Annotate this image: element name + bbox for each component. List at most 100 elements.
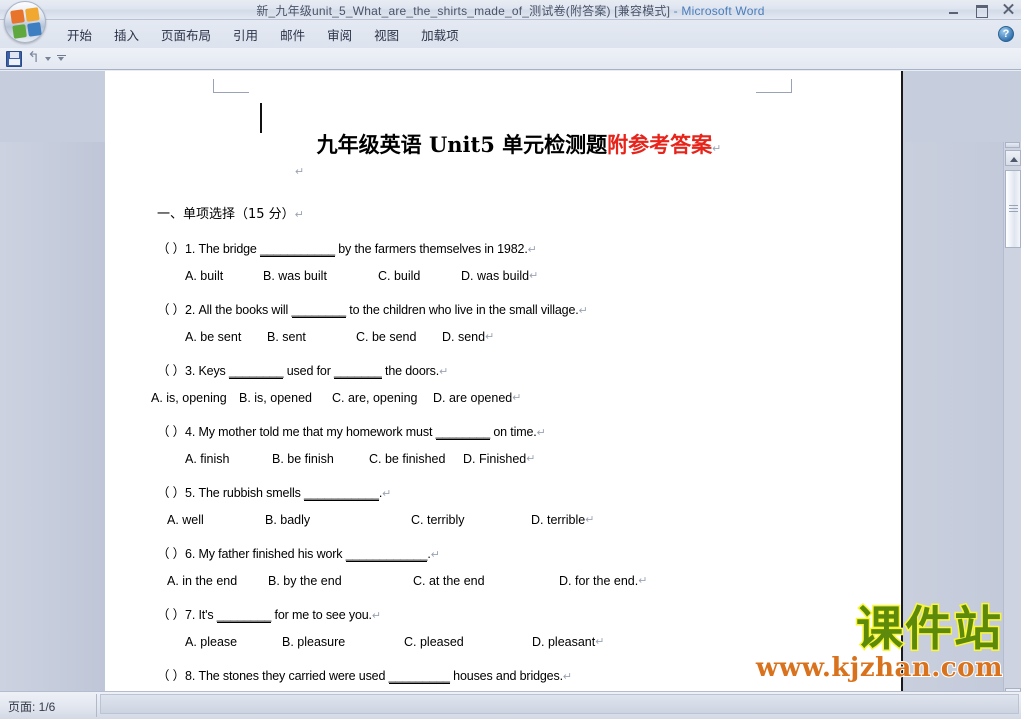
option-b: B. pleasure	[282, 635, 346, 649]
office-button[interactable]	[4, 1, 46, 43]
pilcrow-icon: ↵	[578, 305, 588, 317]
pilcrow-icon: ↵	[512, 392, 522, 404]
undo-icon[interactable]: ↰	[25, 50, 42, 67]
question-tail: to the children who live in the small vi…	[349, 303, 579, 317]
question-mid: used for	[286, 364, 331, 378]
scroll-down-button[interactable]	[1005, 688, 1021, 691]
pilcrow-icon: ↵	[294, 209, 304, 221]
office-logo-icon	[10, 7, 42, 39]
option-d: D. terrible	[531, 513, 586, 527]
answer-blank: ____________	[345, 547, 428, 562]
pilcrow-icon: ↵	[562, 671, 572, 683]
question-line: （ ）2. All the books will ________ to the…	[157, 299, 863, 318]
answer-blank: ___________	[304, 486, 379, 501]
window-title: 新_九年级unit_5_What_are_the_shirts_made_of_…	[0, 2, 1021, 19]
question-tail: on time.	[493, 425, 537, 439]
close-icon[interactable]	[1000, 2, 1017, 17]
status-bar-trough	[100, 694, 1019, 714]
answer-blank: ________	[435, 425, 491, 440]
question-prefix: （ ）3. Keys	[157, 364, 226, 378]
section-heading-text: 一、单项选择（15 分）	[157, 207, 295, 222]
option-a: A. in the end	[167, 574, 238, 588]
tab-page-layout[interactable]: 页面布局	[150, 21, 222, 48]
word-window: 新_九年级unit_5_What_are_the_shirts_made_of_…	[0, 0, 1021, 719]
option-a: A. well	[167, 513, 204, 527]
question-line: （ ）5. The rubbish smells ___________.↵	[157, 482, 863, 501]
pilcrow-icon: ↵	[382, 488, 392, 500]
vertical-scrollbar[interactable]	[1003, 142, 1021, 691]
window-title-main: 新_九年级unit_5_What_are_the_shirts_made_of_…	[256, 4, 671, 18]
pilcrow-icon: ↵	[536, 427, 546, 439]
question-line: （ ）7. It's ________ for me to see you.↵	[157, 604, 863, 623]
pilcrow-icon: ↵	[529, 270, 539, 282]
question-tail: for me to see you.	[274, 608, 373, 622]
tab-review[interactable]: 审阅	[316, 21, 363, 48]
option-row: A. in the end B. by the end C. at the en…	[167, 574, 863, 588]
question-prefix: （ ）2. All the books will	[157, 303, 289, 317]
option-a: A. be sent	[185, 330, 242, 344]
question-prefix: （ ）7. It's	[157, 608, 214, 622]
question-line: （ ）3. Keys ________ used for _______ the…	[157, 360, 863, 379]
pilcrow-icon: ↵	[712, 143, 722, 155]
tab-view[interactable]: 视图	[363, 21, 410, 48]
option-c: C. terribly	[411, 513, 465, 527]
thumb-grip-icon	[1009, 205, 1018, 212]
pilcrow-icon: ↵	[371, 610, 381, 622]
option-c: C. be finished	[369, 452, 446, 466]
heading-red-part: 附参考答案	[607, 132, 713, 157]
pilcrow-icon: ↵	[595, 636, 605, 648]
canvas-right-gutter	[905, 142, 1003, 691]
option-d: D. Finished	[463, 452, 527, 466]
scroll-up-button[interactable]	[1005, 150, 1021, 166]
option-row: A. is, opening B. is, opened C. are, ope…	[151, 391, 863, 405]
scrollbar-bottom-group	[1004, 688, 1021, 691]
answer-blank: _________	[388, 669, 450, 684]
save-icon[interactable]	[6, 50, 22, 67]
split-window-handle[interactable]	[1005, 142, 1020, 148]
scrollbar-thumb[interactable]	[1005, 170, 1021, 248]
tab-addins[interactable]: 加载项	[410, 21, 470, 48]
page-indicator[interactable]: 页面: 1/6	[8, 698, 55, 715]
status-bar: 页面: 1/6	[0, 691, 1021, 719]
title-bar: 新_九年级unit_5_What_are_the_shirts_made_of_…	[0, 0, 1021, 20]
tab-insert[interactable]: 插入	[103, 21, 150, 48]
option-d: D. for the end.	[559, 574, 639, 588]
help-icon[interactable]: ?	[998, 26, 1014, 42]
answer-blank: ___________	[260, 242, 335, 257]
status-divider	[96, 694, 97, 717]
answer-blank: ________	[229, 364, 284, 379]
option-b: B. by the end	[268, 574, 342, 588]
pilcrow-icon: ↵	[485, 331, 495, 343]
option-row: A. please B. pleasure C. pleased D. plea…	[185, 635, 863, 649]
window-controls	[946, 1, 1017, 18]
tab-references[interactable]: 引用	[222, 21, 269, 48]
chevron-up-icon	[1010, 157, 1018, 162]
tab-mailings[interactable]: 邮件	[269, 21, 316, 48]
pilcrow-icon: ↵	[439, 366, 449, 378]
option-b: B. badly	[265, 513, 311, 527]
option-row: A. well B. badly C. terribly D. terrible…	[167, 513, 863, 527]
heading-black-part: 九年级英语 Unit5 单元检测题	[316, 132, 608, 157]
pilcrow-icon: ↵	[295, 166, 305, 178]
option-d: D. are opened	[433, 391, 513, 405]
question-tail: the doors.	[385, 364, 440, 378]
pilcrow-icon: ↵	[638, 575, 648, 587]
document-page[interactable]: 九年级英语 Unit5 单元检测题附参考答案↵ ↵ 一、单项选择（15 分）↵ …	[105, 71, 903, 691]
pilcrow-icon: ↵	[527, 244, 537, 256]
option-b: B. was built	[263, 269, 327, 283]
question-prefix: （ ）5. The rubbish smells	[157, 486, 301, 500]
maximize-restore-icon[interactable]	[973, 2, 990, 18]
option-c: C. build	[378, 269, 421, 283]
question-line: （ ）6. My father finished his work ______…	[157, 543, 863, 562]
option-a: A. built	[185, 269, 224, 283]
tab-home[interactable]: 开始	[56, 21, 103, 48]
quick-access-toolbar: ↰	[0, 48, 1021, 70]
undo-dropdown-icon[interactable]	[45, 56, 51, 61]
customize-qat-icon[interactable]	[54, 51, 68, 67]
window-title-app: - Microsoft Word	[670, 4, 765, 18]
answer-blank: ________	[291, 303, 346, 318]
option-b: B. sent	[267, 330, 306, 344]
minimize-icon[interactable]	[946, 2, 963, 17]
document-canvas: 九年级英语 Unit5 单元检测题附参考答案↵ ↵ 一、单项选择（15 分）↵ …	[0, 71, 1021, 691]
question-prefix: （ ）8. The stones they carried were used	[157, 669, 386, 683]
